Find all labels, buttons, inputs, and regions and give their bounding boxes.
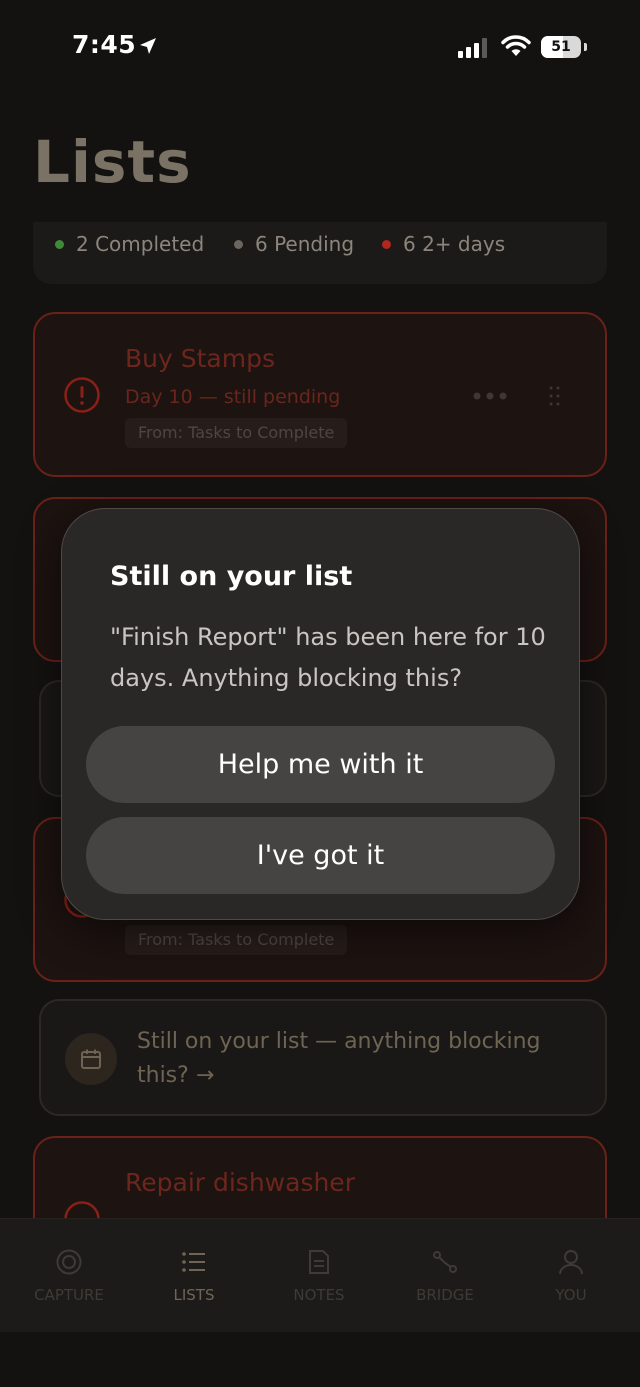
card-title: Repair dishwasher xyxy=(125,1168,355,1197)
summary-completed[interactable]: 2 Completed xyxy=(55,232,204,256)
battery-level: 51 xyxy=(551,39,571,55)
pending-dot xyxy=(234,239,243,249)
tab-capture[interactable]: CAPTURE xyxy=(5,1219,133,1333)
tab-label: YOU xyxy=(555,1286,587,1304)
overdue-dot xyxy=(382,239,391,249)
summary-pending-label: 6 Pending xyxy=(255,232,355,256)
location-arrow-icon xyxy=(140,38,156,54)
bridge-icon xyxy=(433,1251,457,1273)
tab-label: LISTS xyxy=(173,1286,215,1304)
list-icon xyxy=(182,1252,205,1272)
battery-icon: 51 xyxy=(541,36,581,58)
nudge-text: Still on your list — anything blocking t… xyxy=(137,1029,541,1088)
completed-dot xyxy=(55,239,64,249)
tab-bar: CAPTURE LISTS NOTES BRIDGE YOU xyxy=(0,1218,640,1332)
modal-title: Still on your list xyxy=(110,561,353,592)
screen: 7:45 51 Lists 2 Completed 6 Pending 6 2+… xyxy=(0,0,640,1387)
more-options-icon[interactable] xyxy=(473,392,507,400)
tab-you[interactable]: YOU xyxy=(507,1219,635,1333)
tab-lists[interactable]: LISTS xyxy=(130,1219,258,1333)
summary-strip: 2 Completed 6 Pending 6 2+ days xyxy=(33,222,607,284)
status-bar: 7:45 51 xyxy=(0,0,640,95)
summary-overdue[interactable]: 6 2+ days xyxy=(382,232,505,256)
modal-body: "Finish Report" has been here for 10 day… xyxy=(110,623,546,692)
nudge-banner[interactable]: Still on your list — anything blocking t… xyxy=(39,999,607,1116)
list-card[interactable]: Buy Stamps Day 10 — still pending From: … xyxy=(33,312,607,477)
summary-completed-label: 2 Completed xyxy=(76,232,205,256)
card-source-tag: From: Tasks to Complete xyxy=(125,418,348,448)
tab-label: CAPTURE xyxy=(34,1286,104,1304)
home-indicator-area xyxy=(0,1332,640,1387)
page-title: Lists xyxy=(33,128,192,196)
status-time: 7:45 xyxy=(72,30,137,59)
card-subtitle: Day 10 — still pending xyxy=(125,386,341,408)
help-me-button[interactable]: Help me with it xyxy=(86,726,555,803)
calendar-icon xyxy=(65,1033,117,1085)
reminder-modal: Still on your list "Finish Report" has b… xyxy=(61,508,580,920)
tab-label: BRIDGE xyxy=(416,1286,474,1304)
cellular-signal-icon xyxy=(458,38,487,58)
target-icon xyxy=(56,1249,82,1275)
summary-overdue-label: 6 2+ days xyxy=(403,232,506,256)
card-title: Buy Stamps xyxy=(125,344,275,373)
tab-bridge[interactable]: BRIDGE xyxy=(381,1219,509,1333)
user-icon xyxy=(559,1250,583,1275)
ive-got-it-button[interactable]: I've got it xyxy=(86,817,555,894)
tab-label: NOTES xyxy=(293,1286,345,1304)
wifi-icon xyxy=(501,35,531,56)
alert-icon xyxy=(64,377,100,413)
summary-pending[interactable]: 6 Pending xyxy=(234,232,354,256)
notes-icon xyxy=(309,1250,329,1274)
tab-notes[interactable]: NOTES xyxy=(255,1219,383,1333)
card-source-tag: From: Tasks to Complete xyxy=(125,925,348,955)
drag-handle-icon[interactable] xyxy=(549,386,561,406)
